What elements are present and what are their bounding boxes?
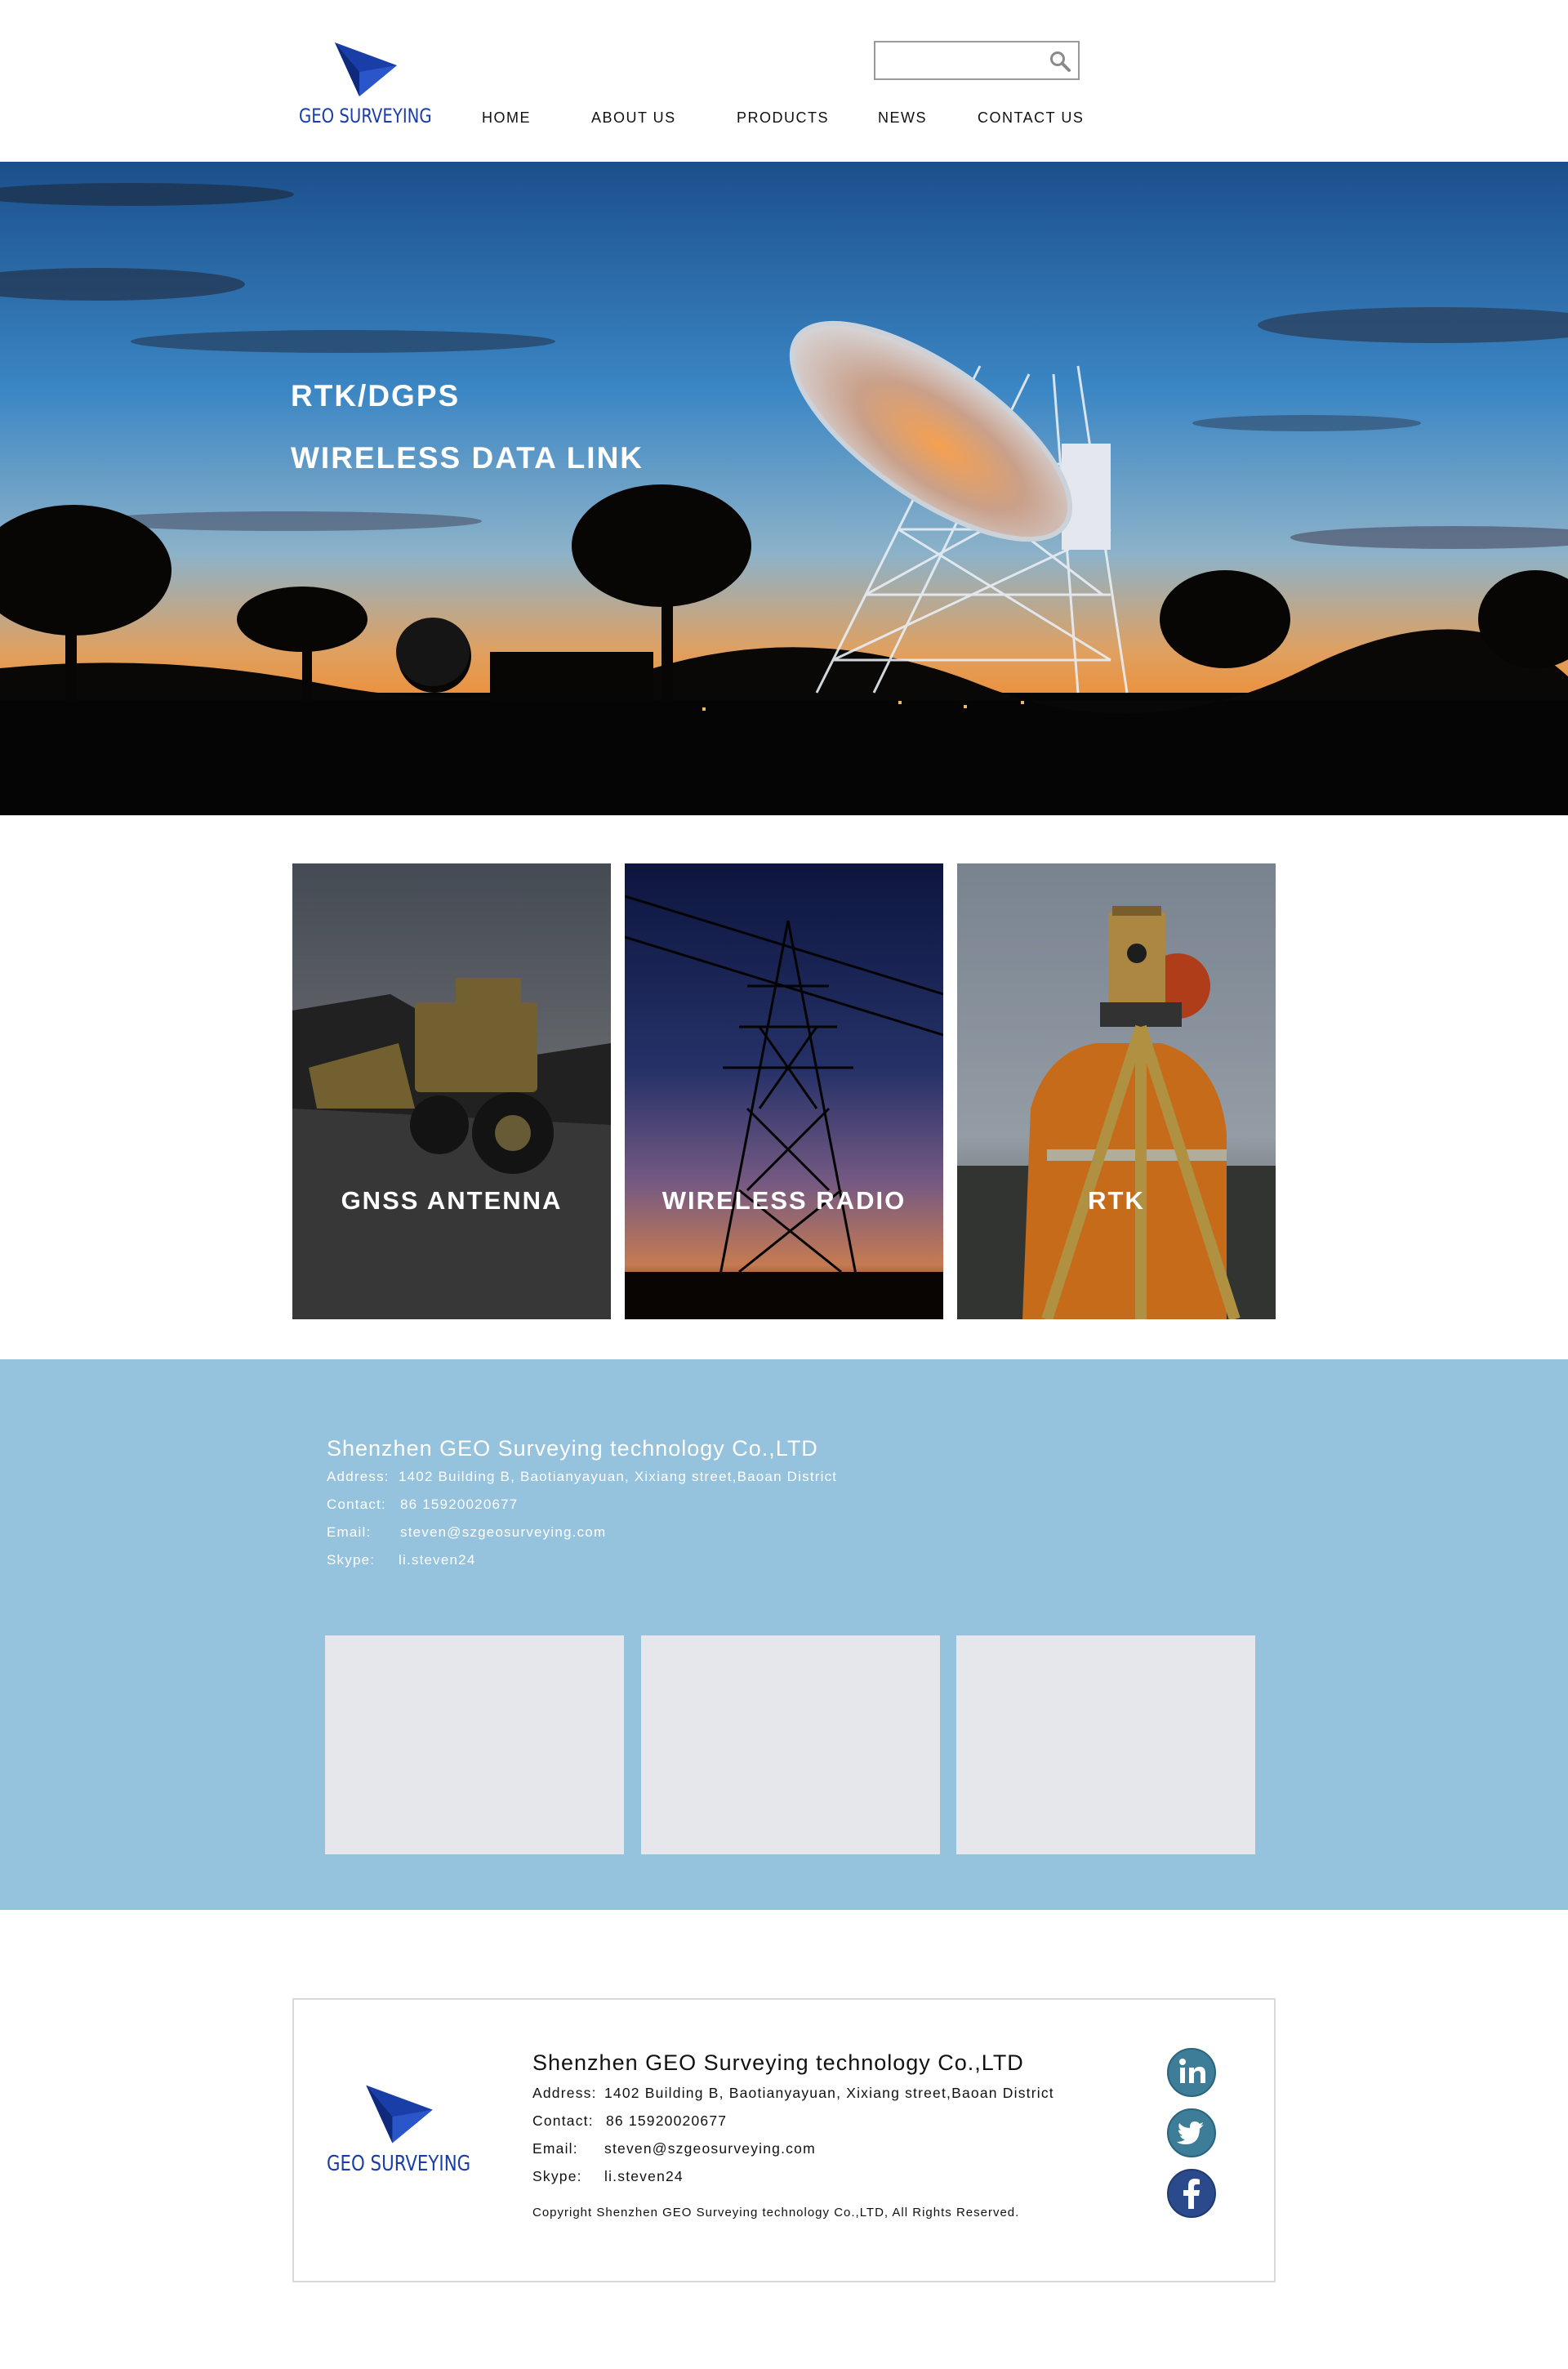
footer-phone-row: Contact: 86 15920020677 [532,2112,726,2130]
contact-address-value: 1402 Building B, Baotianyayuan, Xixiang … [399,1469,838,1484]
image-placeholder [956,1635,1255,1854]
contact-address-label: Address: [327,1469,390,1484]
footer-address-row: Address: 1402 Building B, Baotianyayuan,… [532,2085,1054,2102]
footer-email-row: Email: steven@szgeosurveying.com [532,2140,815,2157]
hero-image [0,162,1568,815]
footer-address-value: 1402 Building B, Baotianyayuan, Xixiang … [604,2085,1054,2101]
image-placeholder [325,1635,624,1854]
nav-products[interactable]: PRODUCTS [737,109,829,127]
footer-skype-row: Skype: li.steven24 [532,2168,683,2185]
card-rtk[interactable]: RTK [957,863,1276,1319]
contact-skype-row: Skype: li.steven24 [327,1552,474,1568]
contact-skype-value: li.steven24 [399,1552,476,1568]
footer-address-label: Address: [532,2085,597,2101]
contact-phone-label: Contact: [327,1497,386,1512]
card-image-surveyor [957,863,1276,1319]
search-box[interactable] [874,41,1080,80]
contact-section: Shenzhen GEO Surveying technology Co.,LT… [0,1359,1568,1910]
logo[interactable]: GEO SURVEYING [299,39,432,136]
contact-email-row: Email: steven@szgeosurveying.com [327,1524,605,1541]
hero-banner: RTK/DGPS WIRELESS DATA LINK [0,162,1568,815]
contact-email-label: Email: [327,1524,372,1540]
footer-logo-triangle-icon [366,2085,433,2144]
footer-email-value[interactable]: steven@szgeosurveying.com [604,2140,816,2157]
contact-phone-value: 86 15920020677 [400,1497,519,1512]
footer-logo[interactable]: GEO SURVEYING [327,2081,470,2196]
card-wireless-radio[interactable]: WIRELESS RADIO [625,863,943,1319]
card-label: WIRELESS RADIO [662,1186,906,1215]
nav-home[interactable]: HOME [482,109,531,127]
card-label: GNSS ANTENNA [341,1186,563,1215]
card-image-loader [292,863,611,1319]
contact-address-row: Address: 1402 Building B, Baotianyayuan,… [327,1469,836,1485]
hero-title-line-2: WIRELESS DATA LINK [291,441,644,475]
nav-about-us[interactable]: ABOUT US [591,109,676,127]
footer-phone-value: 86 15920020677 [606,2112,728,2129]
linkedin-icon[interactable] [1166,2047,1217,2098]
nav-news[interactable]: NEWS [878,109,927,127]
contact-phone-row: Contact: 86 15920020677 [327,1497,517,1513]
card-image-power-tower [625,863,943,1319]
logo-triangle-icon [335,42,397,96]
image-placeholder [641,1635,940,1854]
twitter-icon[interactable] [1166,2108,1217,2158]
contact-skype-label: Skype: [327,1552,376,1568]
contact-email-value[interactable]: steven@szgeosurveying.com [400,1524,606,1541]
footer-email-label: Email: [532,2140,578,2157]
footer-copyright: Copyright Shenzhen GEO Surveying technol… [532,2206,1020,2220]
card-label: RTK [1088,1186,1145,1215]
facebook-icon[interactable] [1166,2168,1217,2219]
logo-text: GEO SURVEYING [299,105,432,127]
card-gnss-antenna[interactable]: GNSS ANTENNA [292,863,611,1319]
hero-title-line-1: RTK/DGPS [291,379,461,413]
footer-skype-value: li.steven24 [604,2168,684,2184]
contact-company-name: Shenzhen GEO Surveying technology Co.,LT… [327,1436,818,1461]
footer-skype-label: Skype: [532,2168,582,2184]
site-header: GEO SURVEYING HOME ABOUT US PRODUCTS NEW… [0,0,1568,162]
footer-logo-text: GEO SURVEYING [327,2152,471,2176]
site-footer: GEO SURVEYING Shenzhen GEO Surveying tec… [292,1998,1276,2282]
search-icon[interactable] [1049,50,1071,73]
footer-company-name: Shenzhen GEO Surveying technology Co.,LT… [532,2050,1024,2075]
search-input[interactable] [880,49,1036,72]
nav-contact-us[interactable]: CONTACT US [978,109,1084,127]
footer-phone-label: Contact: [532,2112,594,2129]
